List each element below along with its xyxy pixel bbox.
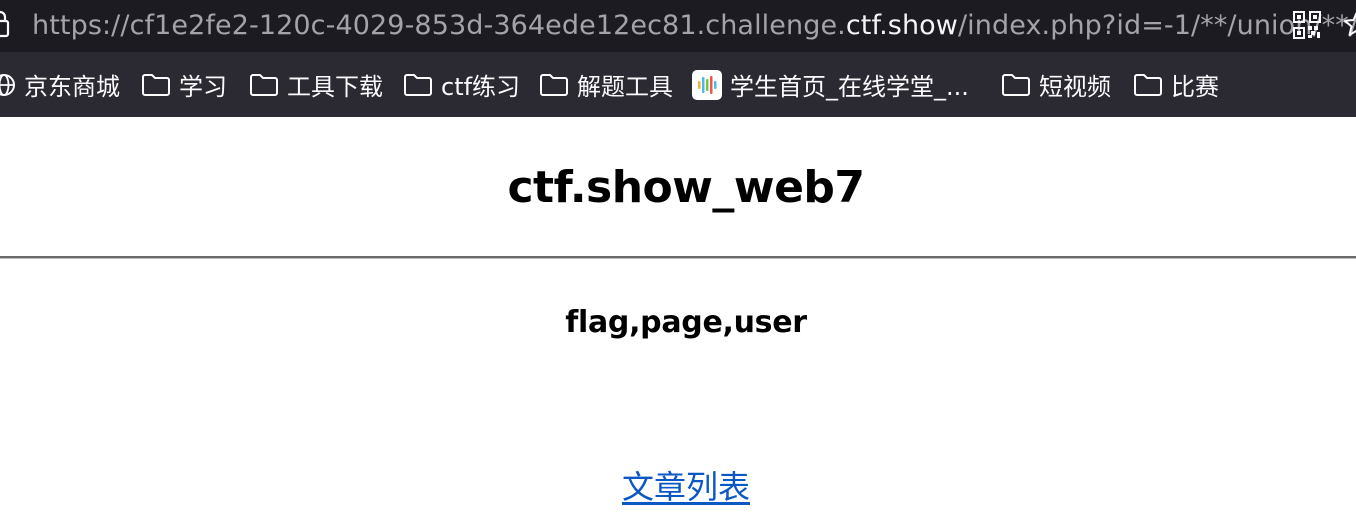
bookmark-folder-ctf-practice[interactable]: ctf练习 [403,52,520,117]
folder-icon [540,73,568,96]
bookmark-folder-solving-tools[interactable]: 解题工具 [539,52,673,117]
folder-icon [142,73,170,96]
bookmark-folder-competition[interactable]: 比赛 [1133,52,1219,117]
site-favicon [692,69,722,100]
bookmark-jd[interactable]: 京东商城 [0,52,120,117]
article-list-link-wrap: 文章列表 [0,466,1356,508]
bookmark-folder-tools-download[interactable]: 工具下载 [249,52,383,117]
bookmark-label: 工具下载 [287,73,383,101]
bookmark-folder-short-video[interactable]: 短视频 [1001,52,1111,117]
bookmark-star-icon[interactable] [1342,8,1356,40]
folder-icon [1002,73,1030,96]
bookmark-label: 京东商城 [24,73,120,101]
address-bar[interactable]: https://cf1e2fe2-120c-4029-853d-364ede12… [0,0,1356,52]
globe-icon [0,73,15,96]
folder-icon [250,73,278,96]
url-text[interactable]: https://cf1e2fe2-120c-4029-853d-364ede12… [32,6,1356,46]
url-prefix: https://cf1e2fe2-120c-4029-853d-364ede12… [32,10,846,41]
url-host: ctf.show [845,10,958,41]
qr-code-icon[interactable] [1292,10,1322,40]
bookmark-folder-study[interactable]: 学习 [141,52,227,117]
bookmark-student-home[interactable]: 学生首页_在线学堂_... [692,52,969,117]
page-title: ctf.show_web7 [507,162,865,213]
bookmark-label: 学习 [179,73,227,101]
horizontal-rule [0,256,1356,259]
bookmark-label: ctf练习 [441,73,521,101]
lock-icon[interactable] [0,10,10,38]
bookmark-label: 学生首页_在线学堂_... [730,73,969,101]
bookmark-label: 解题工具 [577,73,673,101]
bookmark-label: 短视频 [1039,73,1111,101]
article-list-link[interactable]: 文章列表 [622,468,750,506]
folder-icon [404,73,432,96]
folder-icon [1134,73,1162,96]
bookmarks-bar: 京东商城 学习 工具下载 ctf练习 解题工具 学生首页_在线学堂_... 短视… [0,52,1356,117]
query-result-text: flag,page,user [565,305,807,340]
bookmark-label: 比赛 [1171,73,1219,101]
